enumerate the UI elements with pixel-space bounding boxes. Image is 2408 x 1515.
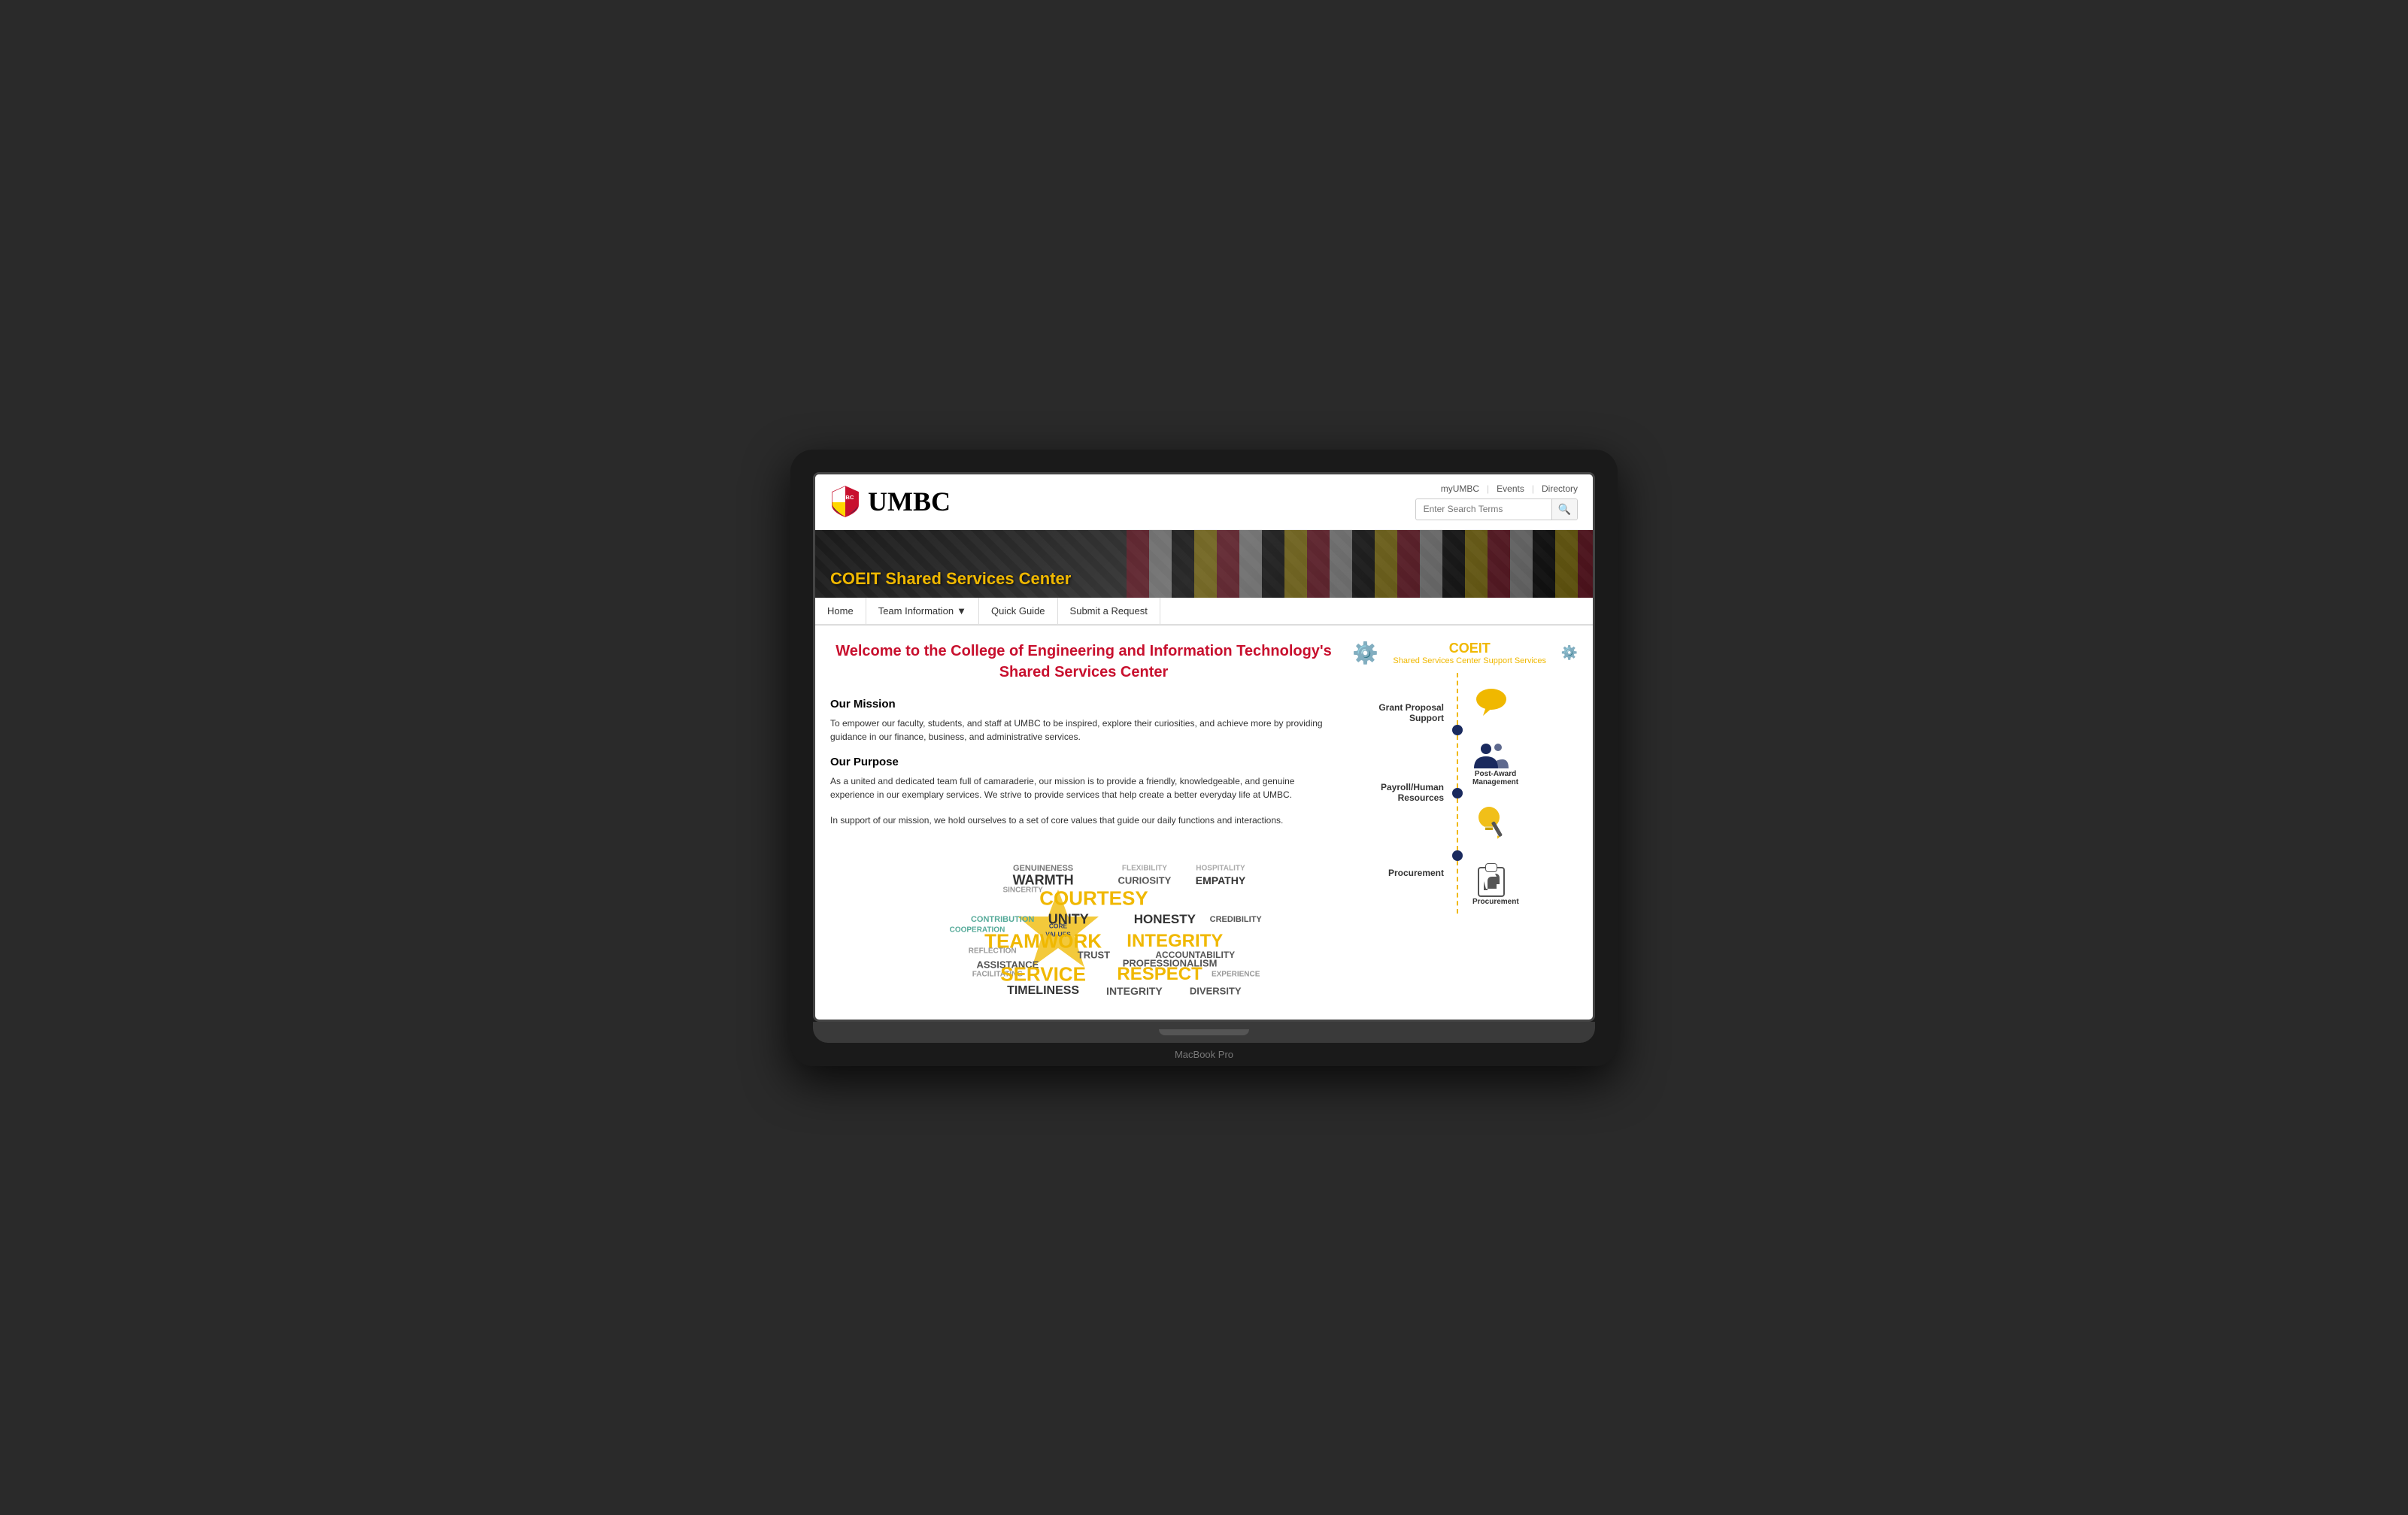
clipboard-icon	[1472, 860, 1510, 898]
wc-credibility: CREDIBILITY	[1210, 915, 1262, 924]
wc-curiosity: CURIOSITY	[1118, 874, 1171, 886]
wc-trust: TRUST	[1078, 949, 1110, 960]
wc-service: SERVICE	[1000, 962, 1086, 986]
post-award-label: Post-AwardManagement	[1472, 770, 1518, 786]
gear-icons-row: ⚙️ COEIT Shared Services Center Support …	[1352, 641, 1578, 665]
services-center-line	[1450, 673, 1465, 914]
wc-hospitality: HOSPITALITY	[1196, 865, 1245, 873]
speech-bubble-icon	[1472, 684, 1510, 722]
purpose-text1: As a united and dedicated team full of c…	[830, 774, 1337, 801]
site-logo: UMBC UMBC	[830, 485, 951, 518]
umbc-shield-icon: UMBC	[830, 485, 860, 518]
main-content: Welcome to the College of Engineering an…	[815, 626, 1593, 1020]
dot-1	[1452, 725, 1463, 735]
services-icons: Post-AwardManagement	[1465, 673, 1519, 914]
macbook-label: MacBook Pro	[813, 1043, 1595, 1066]
word-cloud: CORE VALUES GENUINENESS FLEXIBILITY HOSP…	[830, 839, 1337, 1004]
mission-heading: Our Mission	[830, 698, 1337, 711]
nav-item-team-information[interactable]: Team Information ▼	[866, 598, 979, 624]
header-links: myUMBC | Events | Directory	[1441, 483, 1578, 494]
nav-item-submit-request[interactable]: Submit a Request	[1058, 598, 1160, 624]
services-labels: Grant ProposalSupport Payroll/HumanResou…	[1352, 673, 1450, 914]
word-cloud-inner: CORE VALUES GENUINENESS FLEXIBILITY HOSP…	[830, 839, 1337, 1004]
wc-respect: RESPECT	[1117, 964, 1202, 985]
nav-item-quick-guide[interactable]: Quick Guide	[979, 598, 1058, 624]
wc-sincerity: SINCERITY	[1002, 886, 1042, 894]
nav-item-home[interactable]: Home	[815, 598, 866, 624]
service-label-payroll: Payroll/HumanResources	[1352, 762, 1450, 823]
mission-text: To empower our faculty, students, and st…	[830, 717, 1337, 744]
wc-unity: UNITY	[1048, 912, 1089, 928]
banner-flag	[1127, 530, 1593, 598]
services-panel: ⚙️ COEIT Shared Services Center Support …	[1352, 641, 1578, 914]
service-icon-payroll	[1465, 793, 1519, 853]
gear-left-icon: ⚙️	[1352, 641, 1378, 665]
service-icon-procurement: Procurement	[1465, 853, 1519, 914]
nav-bar: Home Team Information ▼ Quick Guide Subm…	[815, 598, 1593, 626]
services-header: COEIT Shared Services Center Support Ser…	[1393, 641, 1546, 665]
content-left: Welcome to the College of Engineering an…	[830, 641, 1337, 1004]
directory-link[interactable]: Directory	[1542, 483, 1578, 494]
wc-integrity2: INTEGRITY	[1106, 985, 1163, 997]
wc-empathy: EMPATHY	[1196, 874, 1245, 886]
site-banner: COEIT Shared Services Center	[815, 530, 1593, 598]
myumbc-link[interactable]: myUMBC	[1441, 483, 1479, 494]
service-icon-grant	[1465, 673, 1519, 733]
svg-text:UMBC: UMBC	[837, 494, 854, 501]
search-bar: 🔍	[1415, 498, 1578, 520]
wc-reflection: REFLECTION	[969, 947, 1017, 956]
wc-courtesy: COURTESY	[1039, 886, 1148, 910]
laptop-notch	[1159, 1029, 1249, 1035]
purpose-heading: Our Purpose	[830, 756, 1337, 768]
search-input[interactable]	[1416, 500, 1551, 518]
dropdown-arrow-icon: ▼	[957, 605, 966, 617]
header-right: myUMBC | Events | Directory 🔍	[1415, 483, 1578, 520]
lightbulb-pencil-icon	[1472, 802, 1514, 844]
service-label-procurement: Procurement	[1352, 843, 1450, 903]
wc-flexibility: FLEXIBILITY	[1122, 865, 1167, 873]
wc-honesty: HONESTY	[1134, 912, 1196, 927]
purpose-text2: In support of our mission, we hold ourse…	[830, 814, 1337, 827]
site-header: UMBC UMBC myUMBC | Events | Directory 🔍	[815, 474, 1593, 530]
procurement-label: Procurement	[1472, 898, 1519, 906]
events-link[interactable]: Events	[1497, 483, 1524, 494]
service-label-grant: Grant ProposalSupport	[1352, 683, 1450, 743]
coeit-label: COEIT	[1393, 641, 1546, 656]
dot-3	[1452, 850, 1463, 861]
wc-timeliness: TIMELINESS	[1007, 984, 1079, 998]
banner-title: COEIT Shared Services Center	[830, 569, 1071, 589]
wc-experience: EXPERIENCE	[1212, 970, 1260, 978]
laptop-base	[813, 1022, 1595, 1043]
service-icon-post-award: Post-AwardManagement	[1465, 733, 1519, 793]
wc-diversity: DIVERSITY	[1190, 985, 1242, 996]
search-button[interactable]: 🔍	[1551, 499, 1577, 520]
content-right: ⚙️ COEIT Shared Services Center Support …	[1352, 641, 1578, 1004]
people-icon	[1472, 740, 1510, 770]
wc-contribution: CONTRIBUTION	[971, 915, 1034, 924]
logo-text: UMBC	[868, 486, 951, 517]
gear-right-icon: ⚙️	[1561, 645, 1578, 661]
services-subtitle: Shared Services Center Support Services	[1393, 656, 1546, 665]
services-list-container: Grant ProposalSupport Payroll/HumanResou…	[1352, 673, 1578, 914]
dot-2	[1452, 788, 1463, 798]
welcome-title: Welcome to the College of Engineering an…	[830, 641, 1337, 683]
